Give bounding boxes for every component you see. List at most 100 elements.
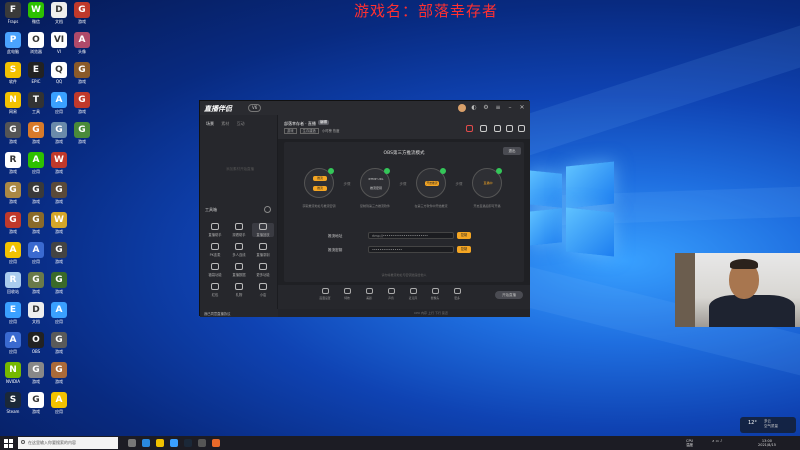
taskbar-search-input[interactable]: 在这里输入你要搜索的内容 xyxy=(18,437,118,449)
rtmp-url-field[interactable]: rtmp://•••••••••••••••••••••••• xyxy=(368,232,454,239)
close-icon[interactable]: ✕ xyxy=(518,104,526,112)
taskbar-app-icon[interactable] xyxy=(184,439,192,447)
tab-scene[interactable]: 场景 xyxy=(206,121,214,126)
desktop-icon[interactable]: N 网易 xyxy=(1,92,25,119)
bottom-tool-button[interactable]: 声音 xyxy=(382,288,400,300)
agreement-footer[interactable]: 我已同意直播协议 xyxy=(200,309,278,317)
tools-settings-icon[interactable] xyxy=(264,206,271,213)
tray-icons[interactable]: ∧ ▭ ♪ xyxy=(712,439,722,443)
minimize-icon[interactable]: – xyxy=(506,104,514,112)
desktop-icon[interactable]: W 游戏 xyxy=(47,152,71,179)
start-button[interactable] xyxy=(4,439,13,448)
weather-widget[interactable]: 12° 多云 空气质量 xyxy=(740,417,796,433)
bell-icon[interactable] xyxy=(506,125,513,132)
tool-button[interactable]: 直播录制 xyxy=(252,243,274,257)
desktop-icon[interactable]: G 游戏 xyxy=(47,332,71,359)
desktop-icon[interactable]: G 游戏 xyxy=(24,362,48,389)
tool-button[interactable]: PK连麦 xyxy=(204,243,226,257)
desktop-icon[interactable]: G 游戏 xyxy=(70,122,94,149)
shopping-bag-icon[interactable] xyxy=(480,125,487,132)
tool-button[interactable]: 福袋功能 xyxy=(204,263,226,277)
go-live-button[interactable]: 开始直播 xyxy=(495,291,523,299)
copy-rtmp-url-button[interactable]: 复制 xyxy=(457,232,471,239)
bottom-tool-button[interactable]: 画面设置 xyxy=(316,288,334,300)
desktop-icon[interactable]: G 游戏 xyxy=(24,392,48,419)
avatar[interactable] xyxy=(458,104,466,112)
calendar-icon[interactable] xyxy=(494,125,501,132)
copy-stream-key-button[interactable]: 复制 xyxy=(457,246,471,253)
desktop-icon[interactable]: N NVIDIA xyxy=(1,362,25,389)
version-badge[interactable]: V6 xyxy=(248,104,262,112)
taskbar-app-icon[interactable] xyxy=(212,439,220,447)
taskbar-app-icon[interactable] xyxy=(128,439,136,447)
tool-button[interactable]: 红包 xyxy=(204,283,226,297)
desktop-icon[interactable]: Q QQ xyxy=(47,62,71,89)
desktop-icon[interactable]: G 游戏 xyxy=(1,122,25,149)
settings-icon[interactable]: ⚙ xyxy=(482,104,490,112)
desktop-icon[interactable]: G 游戏 xyxy=(24,272,48,299)
desktop-icon[interactable]: A 应用 xyxy=(24,242,48,269)
taskbar-app-icon[interactable] xyxy=(198,439,206,447)
bottom-tool-button[interactable]: 麦克风 xyxy=(404,288,422,300)
share-icon[interactable] xyxy=(518,125,525,132)
desktop-icon[interactable]: E EPIC xyxy=(24,62,48,89)
desktop-icon[interactable]: T 工具 xyxy=(24,92,48,119)
desktop-icon[interactable]: G 游戏 xyxy=(47,272,71,299)
stream-key-field[interactable]: •••••••••••••••• xyxy=(368,246,454,253)
tool-button[interactable]: 小店 xyxy=(252,283,274,297)
skin-icon[interactable]: ◐ xyxy=(470,104,478,112)
desktop-icon[interactable]: E 应用 xyxy=(1,302,25,329)
bottom-tool-button[interactable]: 摄像头 xyxy=(426,288,444,300)
tool-button[interactable]: 直播数据 xyxy=(228,263,250,277)
clock[interactable]: 13:00 2021/8/15 xyxy=(758,439,776,447)
gift-icon[interactable] xyxy=(466,125,473,132)
desktop-icon[interactable]: S 软件 xyxy=(1,62,25,89)
desktop-icon[interactable]: G 游戏 xyxy=(24,212,48,239)
desktop-icon[interactable]: G 游戏 xyxy=(47,362,71,389)
tool-button[interactable]: 更多功能 xyxy=(252,263,274,277)
desktop-icon[interactable]: P 此电脑 xyxy=(1,32,25,59)
desktop-icon[interactable]: R 回收站 xyxy=(1,272,25,299)
desktop-icon[interactable]: G 游戏 xyxy=(47,242,71,269)
desktop-icon[interactable]: A 应用 xyxy=(1,242,25,269)
desktop-icon[interactable]: G 游戏 xyxy=(1,182,25,209)
desktop-icon[interactable]: F Fraps xyxy=(1,2,25,29)
desktop-icon[interactable]: A 头像 xyxy=(70,32,94,59)
bottom-tool-button[interactable]: 更多 xyxy=(448,288,466,300)
desktop-icon[interactable]: S Steam xyxy=(1,392,25,419)
room-tag[interactable]: 生存建造 xyxy=(299,128,319,134)
desktop-icon[interactable]: D 文档 xyxy=(47,2,71,29)
tool-button[interactable]: 礼物 xyxy=(228,283,250,297)
desktop-icon[interactable]: G 游戏 xyxy=(24,182,48,209)
app-titlebar[interactable]: 直播伴侣 V6 ◐ ⚙ ≡ – ✕ xyxy=(200,101,530,115)
desktop-icon[interactable]: G 游戏 xyxy=(47,182,71,209)
desktop-icon[interactable]: O 浏览器 xyxy=(24,32,48,59)
desktop-icon[interactable]: W 游戏 xyxy=(47,212,71,239)
tab-interact[interactable]: 互动 xyxy=(237,121,245,126)
menu-icon[interactable]: ≡ xyxy=(494,104,502,112)
tool-button[interactable]: 直播回放 xyxy=(252,223,274,237)
bottom-tool-button[interactable]: 美颜 xyxy=(360,288,378,300)
tool-button[interactable]: 观看助手 xyxy=(228,223,250,237)
desktop-icon[interactable]: G 游戏 xyxy=(70,2,94,29)
desktop-icon[interactable]: G 游戏 xyxy=(70,92,94,119)
edit-room-button[interactable]: 编辑 xyxy=(318,120,329,125)
desktop-icon[interactable]: O OBS xyxy=(24,332,48,359)
desktop-icon[interactable]: VI VI xyxy=(47,32,71,59)
desktop-icon[interactable]: A 应用 xyxy=(47,92,71,119)
bottom-tool-button[interactable]: 特效 xyxy=(338,288,356,300)
tool-button[interactable]: 直播助手 xyxy=(204,223,226,237)
tray-cpu[interactable]: CPU 温度 xyxy=(686,439,693,447)
desktop-icon[interactable]: G 游戏 xyxy=(1,212,25,239)
tool-button[interactable]: 多人连线 xyxy=(228,243,250,257)
desktop-icon[interactable]: A 应用 xyxy=(47,302,71,329)
room-tag[interactable]: 游戏 xyxy=(284,128,297,134)
desktop-icon[interactable]: G 游戏 xyxy=(47,122,71,149)
desktop-icon[interactable]: D 文档 xyxy=(24,302,48,329)
desktop-icon[interactable]: R 游戏 xyxy=(1,152,25,179)
desktop-icon[interactable]: G 游戏 xyxy=(24,122,48,149)
desktop-icon[interactable]: A 应用 xyxy=(47,392,71,419)
taskbar-app-icon[interactable] xyxy=(170,439,178,447)
desktop-icon[interactable]: W 微信 xyxy=(24,2,48,29)
taskbar-app-icon[interactable] xyxy=(142,439,150,447)
